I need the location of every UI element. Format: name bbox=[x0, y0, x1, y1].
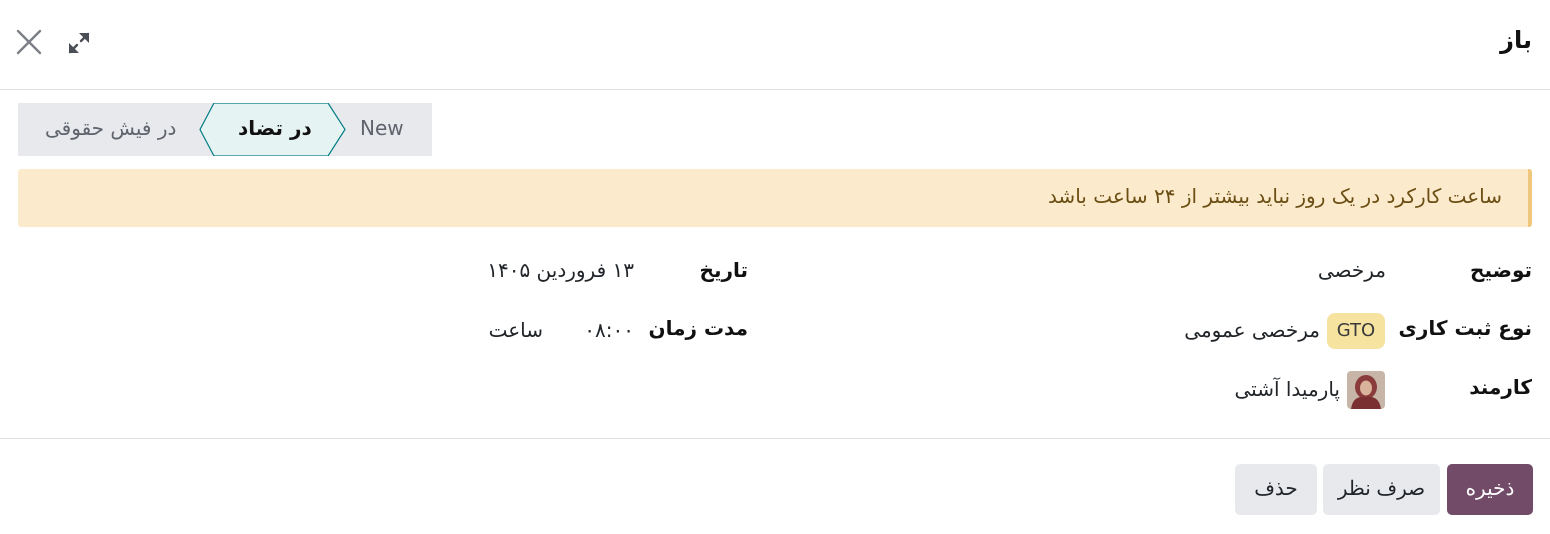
status-stage-new[interactable]: New bbox=[360, 116, 404, 140]
expand-button[interactable] bbox=[66, 30, 92, 56]
description-label: توضیح bbox=[1470, 258, 1532, 282]
dialog-title: باز bbox=[1500, 26, 1532, 54]
date-label: تاریخ bbox=[699, 258, 748, 282]
work-entry-type-label: نوع ثبت کاری bbox=[1398, 316, 1532, 340]
duration-unit: ساعت bbox=[488, 318, 543, 342]
work-entry-type-badge: GTO bbox=[1327, 313, 1385, 349]
discard-button[interactable]: صرف نظر bbox=[1323, 464, 1440, 515]
warning-alert-message: ساعت کارکرد در یک روز نباید بیشتر از ۲۴ … bbox=[1047, 184, 1502, 208]
avatar-image bbox=[1347, 371, 1385, 409]
close-icon bbox=[16, 29, 42, 55]
employee-field[interactable]: پارمیدا آشتی bbox=[1235, 377, 1341, 401]
work-entry-type-field[interactable]: مرخصی عمومی bbox=[1184, 318, 1320, 342]
warning-alert: ساعت کارکرد در یک روز نباید بیشتر از ۲۴ … bbox=[18, 169, 1532, 227]
duration-field[interactable]: ۰۸:۰۰ bbox=[584, 318, 634, 342]
status-bar: New در تضاد در فیش حقوقی bbox=[18, 103, 432, 156]
footer-divider bbox=[0, 438, 1550, 439]
employee-label: کارمند bbox=[1469, 375, 1532, 399]
employee-avatar[interactable] bbox=[1347, 371, 1385, 409]
description-field[interactable]: مرخصی bbox=[1318, 258, 1386, 282]
status-stage-payslip[interactable]: در فیش حقوقی bbox=[45, 116, 176, 140]
status-stage-conflict[interactable]: در تضاد bbox=[238, 116, 312, 140]
duration-label: مدت زمان bbox=[648, 316, 748, 340]
date-field[interactable]: ۱۳ فروردین ۱۴۰۵ bbox=[487, 258, 634, 282]
expand-icon bbox=[68, 32, 90, 54]
delete-button[interactable]: حذف bbox=[1235, 464, 1317, 515]
dialog-header: باز bbox=[0, 0, 1550, 90]
save-button[interactable]: ذخیره bbox=[1447, 464, 1533, 515]
close-button[interactable] bbox=[14, 27, 44, 57]
